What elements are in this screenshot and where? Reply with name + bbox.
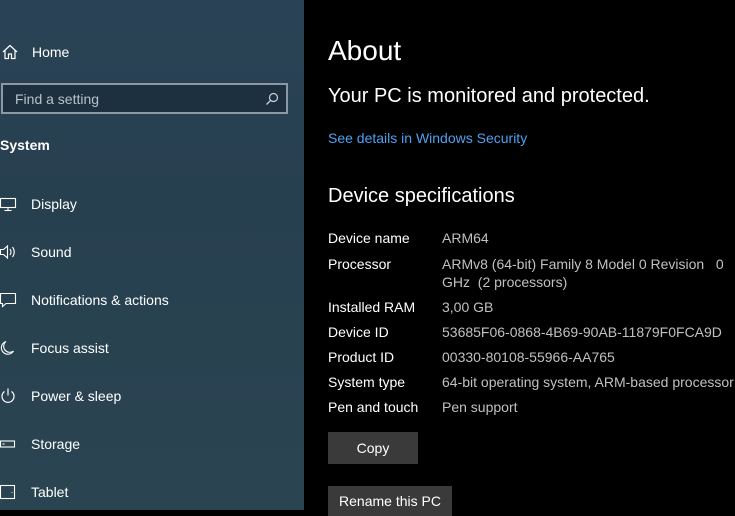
spec-value: ARM64 (442, 230, 489, 246)
search-input[interactable] (13, 89, 247, 108)
sidebar-item-home[interactable]: Home (0, 36, 304, 68)
power-icon (0, 388, 24, 404)
windows-security-link[interactable]: See details in Windows Security (328, 130, 527, 146)
copy-button[interactable]: Copy (328, 432, 418, 464)
sidebar-item-label: Focus assist (31, 340, 109, 356)
speaker-icon (0, 244, 24, 260)
spec-label: Installed RAM (328, 299, 416, 315)
notification-icon (0, 292, 24, 308)
sidebar-item-power-sleep[interactable]: Power & sleep (0, 380, 304, 412)
spec-value: Pen support (442, 399, 518, 415)
display-icon (0, 196, 24, 212)
sidebar-item-display[interactable]: Display (0, 188, 304, 220)
sidebar-item-label: Notifications & actions (31, 292, 169, 308)
sidebar-item-label: Sound (31, 244, 72, 260)
spec-label: Processor (328, 256, 392, 272)
sidebar-item-label: Tablet (31, 484, 69, 500)
sidebar-item-notifications[interactable]: Notifications & actions (0, 284, 304, 316)
sidebar-item-label: Storage (31, 436, 81, 452)
spec-value: ARMv8 (64-bit) Family 8 Model 0 Revision… (442, 256, 735, 272)
sidebar: Home System Display Sound Notifications … (0, 0, 304, 510)
page-title: About (328, 35, 402, 66)
spec-value: 3,00 GB (442, 299, 494, 315)
main-panel: About Your PC is monitored and protected… (304, 0, 735, 516)
spec-label: System type (328, 374, 406, 390)
sidebar-item-label: Power & sleep (31, 388, 122, 404)
spec-value: 53685F06-0868-4B69-90AB-11879F0FCA9D (442, 324, 722, 340)
search-box[interactable] (1, 83, 288, 114)
device-specifications-heading: Device specifications (328, 185, 515, 207)
protection-heading: Your PC is monitored and protected. (328, 85, 650, 107)
spec-label: Device name (328, 230, 410, 246)
moon-icon (0, 340, 24, 356)
spec-label: Product ID (328, 349, 395, 365)
sidebar-item-label: Display (31, 196, 77, 212)
rename-pc-button[interactable]: Rename this PC (328, 486, 452, 516)
spec-label: Device ID (328, 324, 389, 340)
home-icon (2, 44, 22, 60)
spec-value-continued: GHz (2 processors) (442, 274, 568, 290)
storage-icon (0, 436, 24, 452)
sidebar-item-tablet[interactable]: Tablet (0, 476, 304, 508)
sidebar-item-focus-assist[interactable]: Focus assist (0, 332, 304, 364)
sidebar-item-sound[interactable]: Sound (0, 236, 304, 268)
search-icon[interactable] (265, 92, 279, 106)
spec-label: Pen and touch (328, 399, 419, 415)
spec-value: 00330-80108-55966-AA765 (442, 349, 615, 365)
spec-value: 64-bit operating system, ARM-based proce… (442, 374, 734, 390)
sidebar-item-storage[interactable]: Storage (0, 428, 304, 460)
section-title: System (0, 137, 50, 153)
tablet-icon (0, 484, 24, 500)
sidebar-item-label: Home (32, 44, 70, 60)
